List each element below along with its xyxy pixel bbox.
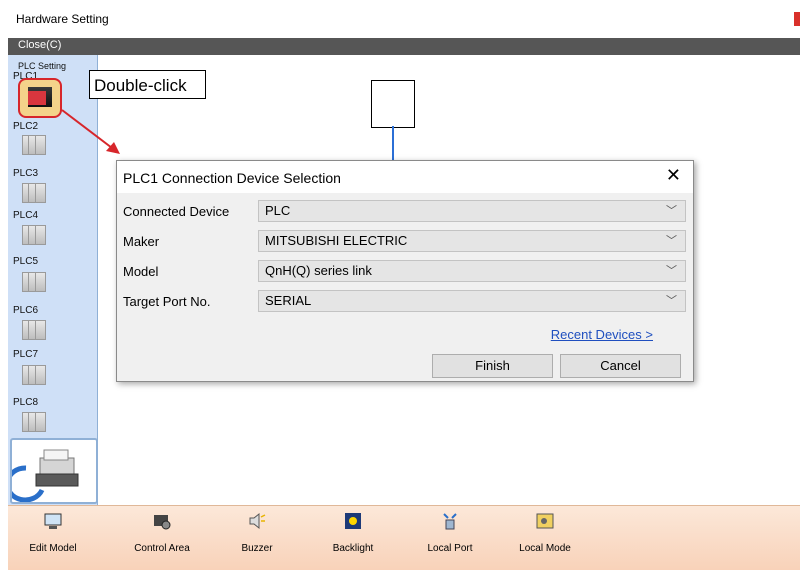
plc-slot-icon[interactable] (22, 225, 46, 245)
backlight-icon (345, 513, 361, 529)
connection-device-dialog: PLC1 Connection Device Selection ✕ Conne… (116, 160, 694, 382)
plc-slot-icon[interactable] (22, 365, 46, 385)
window-close-indicator[interactable] (794, 12, 800, 26)
target-port-value: SERIAL (265, 293, 312, 308)
connected-device-select[interactable]: PLC ﹀ (258, 200, 686, 222)
maker-select[interactable]: MITSUBISHI ELECTRIC ﹀ (258, 230, 686, 252)
edit-model-button[interactable]: Edit Model (8, 506, 98, 570)
close-icon[interactable]: ✕ (666, 166, 681, 184)
maker-value: MITSUBISHI ELECTRIC (265, 233, 408, 248)
menu-bar: Close(C) (8, 38, 800, 55)
sidebar-header: PLC Setting (18, 61, 67, 71)
sidebar-item-plc3-label: PLC3 (13, 168, 39, 179)
local-port-label: Local Port (427, 543, 473, 554)
local-mode-button[interactable]: Local Mode (500, 506, 590, 570)
window-titlebar: Hardware Setting (0, 0, 800, 38)
monitor-icon (44, 513, 62, 529)
sidebar-item-plc7-label: PLC7 (13, 349, 39, 360)
connection-line (392, 126, 394, 162)
backlight-label: Backlight (332, 543, 374, 554)
plc-slot-icon[interactable] (22, 272, 46, 292)
finish-button[interactable]: Finish (432, 354, 553, 378)
dialog-titlebar: PLC1 Connection Device Selection ✕ (117, 161, 693, 193)
printer-settings-button[interactable] (4, 438, 98, 504)
close-menu-button[interactable]: Close(C) (18, 39, 61, 51)
chevron-down-icon: ﹀ (666, 205, 677, 217)
sidebar-item-plc1[interactable] (18, 78, 62, 118)
cancel-button[interactable]: Cancel (560, 354, 681, 378)
window-title: Hardware Setting (16, 12, 109, 26)
recent-devices-link[interactable]: Recent Devices > (551, 327, 653, 342)
sidebar-item-plc8-label: PLC8 (13, 397, 39, 408)
maker-label: Maker (123, 234, 160, 249)
target-port-select[interactable]: SERIAL ﹀ (258, 290, 686, 312)
dialog-title: PLC1 Connection Device Selection (123, 170, 341, 186)
plc-slot-icon[interactable] (22, 412, 46, 432)
chevron-down-icon: ﹀ (666, 295, 677, 307)
target-port-label: Target Port No. (123, 294, 211, 309)
sidebar-item-plc5-label: PLC5 (13, 256, 39, 267)
hmi-device-box[interactable] (371, 80, 415, 128)
plc-slot-icon[interactable] (22, 135, 46, 155)
printer-icon (4, 449, 79, 503)
sidebar-item-plc6-label: PLC6 (13, 305, 39, 316)
model-select[interactable]: QnH(Q) series link ﹀ (258, 260, 686, 282)
plc-device-icon (28, 87, 52, 107)
local-mode-icon (536, 513, 554, 529)
model-value: QnH(Q) series link (265, 263, 372, 278)
control-area-button[interactable]: Control Area (117, 506, 207, 570)
chevron-down-icon: ﹀ (666, 235, 677, 247)
connected-device-label: Connected Device (123, 204, 230, 219)
double-click-callout: Double-click (89, 70, 206, 99)
edit-model-label: Edit Model (29, 543, 77, 554)
model-label: Model (123, 264, 159, 279)
buzzer-button[interactable]: Buzzer (212, 506, 302, 570)
connected-device-value: PLC (265, 203, 291, 218)
bottom-toolbar: Edit Model Control Area Buzzer Backlight… (8, 505, 800, 570)
plc-slot-icon[interactable] (22, 320, 46, 340)
sidebar-item-plc2-label: PLC2 (13, 121, 39, 132)
sidebar-item-plc4-label: PLC4 (13, 210, 39, 221)
backlight-button[interactable]: Backlight (308, 506, 398, 570)
local-mode-label: Local Mode (519, 543, 571, 554)
plc-slot-icon[interactable] (22, 183, 46, 203)
speaker-icon (249, 512, 266, 530)
network-port-icon (443, 513, 457, 530)
control-area-icon (154, 515, 171, 530)
plc-sidebar: PLC Setting PLC1 PLC2 PLC3 PLC4 PLC5 PLC… (4, 55, 98, 505)
local-port-button[interactable]: Local Port (405, 506, 495, 570)
chevron-down-icon: ﹀ (666, 265, 677, 277)
buzzer-label: Buzzer (241, 543, 273, 554)
control-area-label: Control Area (134, 543, 190, 554)
